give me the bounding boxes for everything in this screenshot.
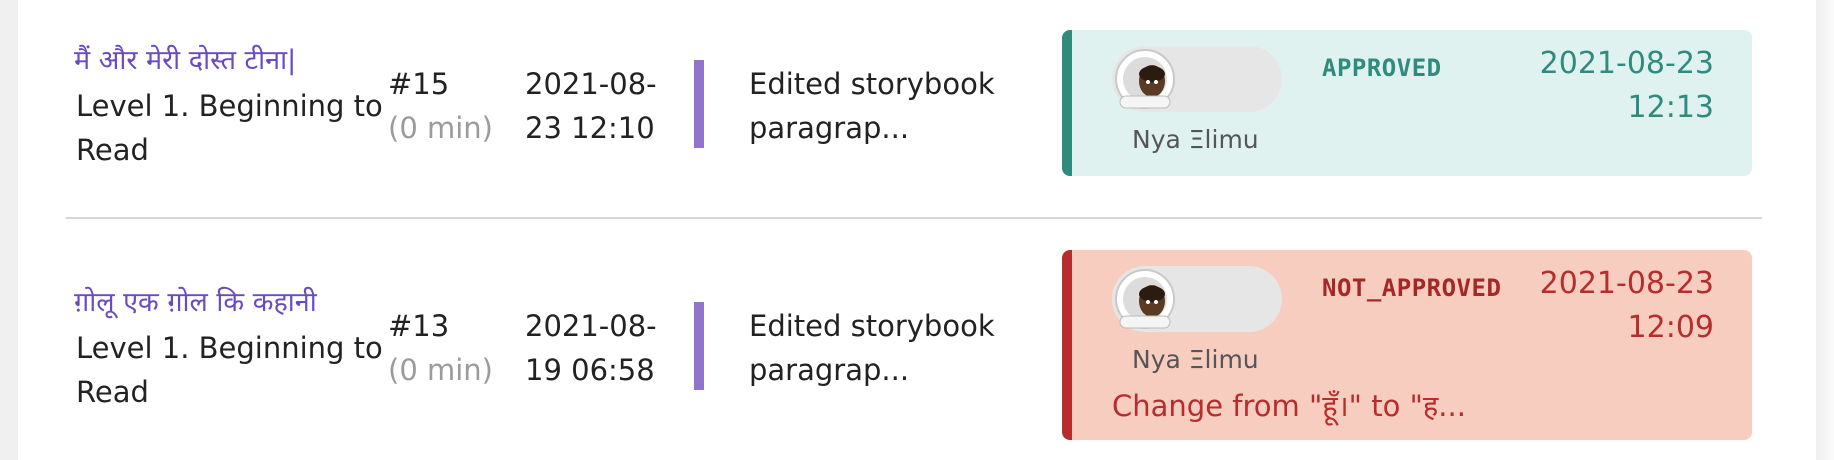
status-accent-bar — [1062, 250, 1072, 440]
story-level: Level 1. Beginning to Read — [76, 89, 383, 167]
edit-description: Edited storybook paragrap... — [749, 67, 995, 145]
status-accent-bar — [1062, 30, 1072, 176]
astronaut-avatar-icon[interactable] — [1114, 266, 1176, 332]
row-divider — [66, 217, 1762, 219]
list-item: ग़ोलू एक ग़ोल कि कहानी Level 1. Beginnin… — [18, 242, 1816, 460]
revision-marker-bar — [694, 60, 704, 148]
list-item: मैं और मेरी दोस्त टीना| Level 1. Beginni… — [18, 0, 1816, 218]
story-title-link[interactable]: मैं और मेरी दोस्त टीना| — [74, 40, 374, 82]
story-title-link[interactable]: ग़ोलू एक ग़ोल कि कहानी — [74, 282, 374, 324]
review-status-badge: APPROVED — [1322, 54, 1442, 82]
revision-date: 2021-08-19 06:58 — [525, 309, 657, 387]
revision-number: #15 — [388, 67, 450, 101]
review-comment: Change from "हूँ।" to "ह... — [1112, 389, 1466, 423]
revision-number: #13 — [388, 309, 450, 343]
revision-date: 2021-08-23 12:10 — [525, 67, 657, 145]
review-status-badge: NOT_APPROVED — [1322, 274, 1502, 302]
scrollbar-edge — [1816, 0, 1834, 460]
revision-duration: (0 min) — [388, 111, 493, 145]
edit-description: Edited storybook paragrap... — [749, 309, 995, 387]
review-card: Nya Ξlimu NOT_APPROVED 2021-08-23 12:09 … — [1062, 250, 1752, 440]
reviewer-name: Nya Ξlimu — [1132, 345, 1259, 374]
astronaut-avatar-icon[interactable] — [1114, 46, 1176, 112]
story-level: Level 1. Beginning to Read — [76, 331, 383, 409]
revision-marker-bar — [694, 302, 704, 390]
revision-duration: (0 min) — [388, 353, 493, 387]
reviewer-name: Nya Ξlimu — [1132, 125, 1259, 154]
review-date: 2021-08-23 12:13 — [1539, 46, 1714, 125]
review-date: 2021-08-23 12:09 — [1539, 266, 1714, 345]
review-card: Nya Ξlimu APPROVED 2021-08-23 12:13 — [1062, 30, 1752, 176]
contributions-list: मैं और मेरी दोस्त टीना| Level 1. Beginni… — [18, 0, 1816, 460]
